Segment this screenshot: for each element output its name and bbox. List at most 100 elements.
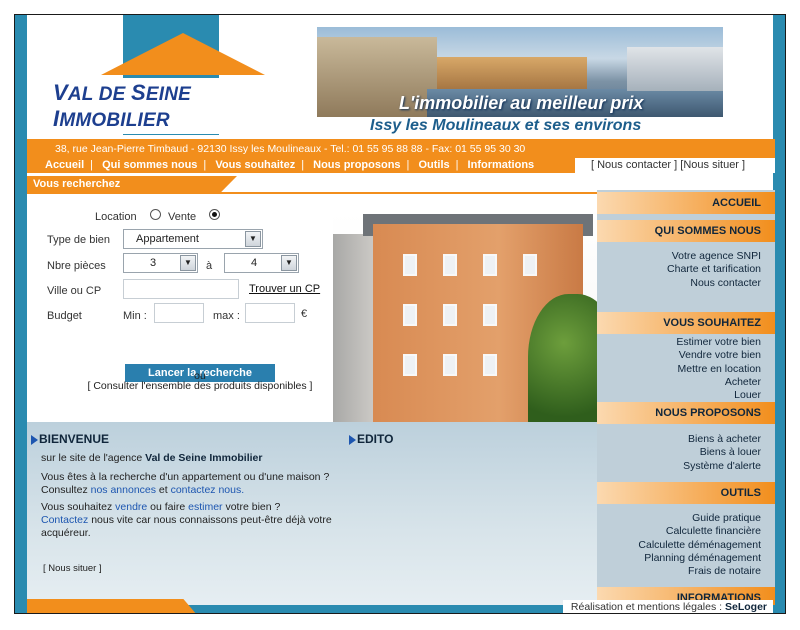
site-logo[interactable]: VAL DE SEINE IMMOBILIER <box>43 15 313 135</box>
arrow-right-icon <box>31 435 38 445</box>
sidebar-item-location[interactable]: Mettre en location <box>597 363 775 376</box>
vente-label: Vente <box>168 211 197 223</box>
vendre-link[interactable]: vendre <box>115 501 147 513</box>
para-text: nous vite car nous connaissons peut-être… <box>88 514 332 526</box>
para-text: ou faire <box>147 501 189 513</box>
photo-window <box>443 304 457 326</box>
sidebar-vous-souhaitez-list: Estimer votre bien Vendre votre bien Met… <box>597 336 775 403</box>
contact-links: [ Nous contacter ] [Nous situer ] <box>575 158 775 173</box>
ville-input[interactable] <box>123 279 239 299</box>
chevron-down-icon: ▼ <box>180 255 196 271</box>
edito-title: EDITO <box>357 432 394 446</box>
nav-outils[interactable]: Outils <box>418 159 449 171</box>
photo-window <box>483 304 497 326</box>
budget-min-input[interactable] <box>154 303 204 323</box>
sidebar-item-charte[interactable]: Charte et tarification <box>597 263 775 276</box>
nav-vous-souhaitez[interactable]: Vous souhaitez <box>215 159 295 171</box>
bienvenue-para-2: Vous souhaitez vendre ou faire estimer v… <box>41 501 351 540</box>
location-label: Location <box>95 211 137 223</box>
sidebar-item-biens-acheter[interactable]: Biens à acheter <box>597 433 775 446</box>
nav-accueil[interactable]: Accueil <box>45 159 84 171</box>
para-text: Vous souhaitez <box>41 501 116 513</box>
photo-window <box>403 304 417 326</box>
sidebar-nous-proposons-list: Biens à acheter Biens à louer Système d'… <box>597 433 775 473</box>
main-nav: Accueil | Qui sommes nous | Vous souhaitez… <box>45 159 534 171</box>
budget-max-label: max : <box>213 310 240 322</box>
sidebar-item-notaire[interactable]: Frais de notaire <box>597 565 775 578</box>
photo-window <box>483 354 497 376</box>
sidebar-item-louer[interactable]: Louer <box>597 389 775 402</box>
seloger-link[interactable]: SeLoger <box>725 601 767 613</box>
pieces-max-select[interactable]: 4 ▼ <box>224 253 299 273</box>
photo-window <box>443 254 457 276</box>
budget-max-input[interactable] <box>245 303 295 323</box>
banner-slogan: L'immobilier au meilleur prix <box>399 93 644 113</box>
sidebar-item-vendre[interactable]: Vendre votre bien <box>597 349 775 362</box>
building-photo <box>333 194 598 422</box>
search-tab-label: Vous recherchez <box>33 178 121 190</box>
nous-situer-link-lower[interactable]: [ Nous situer ] <box>43 562 102 575</box>
sidebar-item-agence-snpi[interactable]: Votre agence SNPI <box>597 250 775 263</box>
sidebar-qui-sommes-nous-head[interactable]: QUI SOMMES NOUS <box>597 220 775 242</box>
bienvenue-para-1: Vous êtes à la recherche d'un appartemen… <box>41 471 351 497</box>
type-select-value: Appartement <box>136 233 199 245</box>
contactez-nous-link[interactable]: contactez nous. <box>171 484 245 496</box>
nous-situer-link[interactable]: [Nous situer ] <box>680 159 745 171</box>
sidebar-accueil[interactable]: ACCUEIL <box>597 192 775 214</box>
sidebar-item-biens-louer[interactable]: Biens à louer <box>597 446 775 459</box>
sidebar-outils-list: Guide pratique Calculette financière Cal… <box>597 512 775 579</box>
sidebar-item-calc-dem[interactable]: Calculette déménagement <box>597 539 775 552</box>
budget-min-label: Min : <box>123 310 147 322</box>
agency-name: Val de Seine Immobilier <box>145 452 263 464</box>
intro-text: sur le site de l'agence <box>41 452 146 464</box>
logo-roof-icon <box>101 33 265 75</box>
nav-informations[interactable]: Informations <box>468 159 535 171</box>
logo-name: VAL DE SEINE IMMOBILIER <box>53 78 313 134</box>
sidebar-item-alerte[interactable]: Système d'alerte <box>597 460 775 473</box>
sidebar-qui-sommes-nous-list: Votre agence SNPI Charte et tarification… <box>597 250 775 290</box>
bienvenue-title: BIENVENUE <box>39 432 110 446</box>
nav-separator: | <box>455 159 459 171</box>
nav-qui-sommes-nous[interactable]: Qui sommes nous <box>102 159 197 171</box>
footer-text[interactable]: Réalisation et mentions légales : <box>571 601 725 613</box>
footer-credits: Réalisation et mentions légales : SeLoge… <box>562 600 773 613</box>
estimer-link[interactable]: estimer <box>188 501 222 513</box>
type-select[interactable]: Appartement ▼ <box>123 229 263 249</box>
photo-window <box>403 254 417 276</box>
banner-tagline: Issy les Moulineaux et ses environs <box>370 117 642 134</box>
banner-building-right <box>627 47 723 91</box>
pieces-max-value: 4 <box>251 257 258 269</box>
sidebar-vous-souhaitez-head[interactable]: VOUS SOUHAITEZ <box>597 312 775 334</box>
chevron-down-icon: ▼ <box>245 231 261 247</box>
consult-all-link[interactable]: [ Consulter l'ensemble des produits disp… <box>45 380 355 392</box>
location-radio[interactable] <box>150 209 161 220</box>
nav-separator: | <box>406 159 410 171</box>
arrow-right-icon <box>349 435 356 445</box>
nav-nous-proposons[interactable]: Nous proposons <box>313 159 400 171</box>
contactez-link[interactable]: Contactez <box>41 514 88 526</box>
pieces-min-select[interactable]: 3 ▼ <box>123 253 198 273</box>
sidebar-item-guide[interactable]: Guide pratique <box>597 512 775 525</box>
vente-radio[interactable] <box>209 209 220 220</box>
sidebar-outils-head[interactable]: OUTILS <box>597 482 775 504</box>
para-text: et <box>156 484 171 496</box>
sidebar-item-estimer[interactable]: Estimer votre bien <box>597 336 775 349</box>
page-frame: VAL DE SEINE IMMOBILIER L'immobilier au … <box>14 14 786 614</box>
chevron-down-icon: ▼ <box>281 255 297 271</box>
nos-annonces-link[interactable]: nos annonces <box>91 484 156 496</box>
para-text: Vous êtes à la recherche d'un appartemen… <box>41 471 330 483</box>
type-label: Type de bien <box>47 234 110 246</box>
sidebar-item-calc-fin[interactable]: Calculette financière <box>597 525 775 538</box>
pieces-min-value: 3 <box>150 257 157 269</box>
nous-contacter-link[interactable]: [ Nous contacter ] <box>591 159 677 171</box>
content-area: BIENVENUE EDITO sur le site de l'agence … <box>27 422 598 605</box>
trouver-cp-link[interactable]: Trouver un CP <box>249 283 320 295</box>
header-banner: L'immobilier au meilleur prix <box>317 27 723 117</box>
sidebar-item-contacter[interactable]: Nous contacter <box>597 277 775 290</box>
sidebar-nous-proposons-head[interactable]: NOUS PROPOSONS <box>597 402 775 424</box>
sidebar-item-planning[interactable]: Planning déménagement <box>597 552 775 565</box>
photo-window <box>523 254 537 276</box>
sidebar-item-acheter[interactable]: Acheter <box>597 376 775 389</box>
footer-tab <box>27 599 197 613</box>
pieces-a-label: à <box>206 260 213 272</box>
